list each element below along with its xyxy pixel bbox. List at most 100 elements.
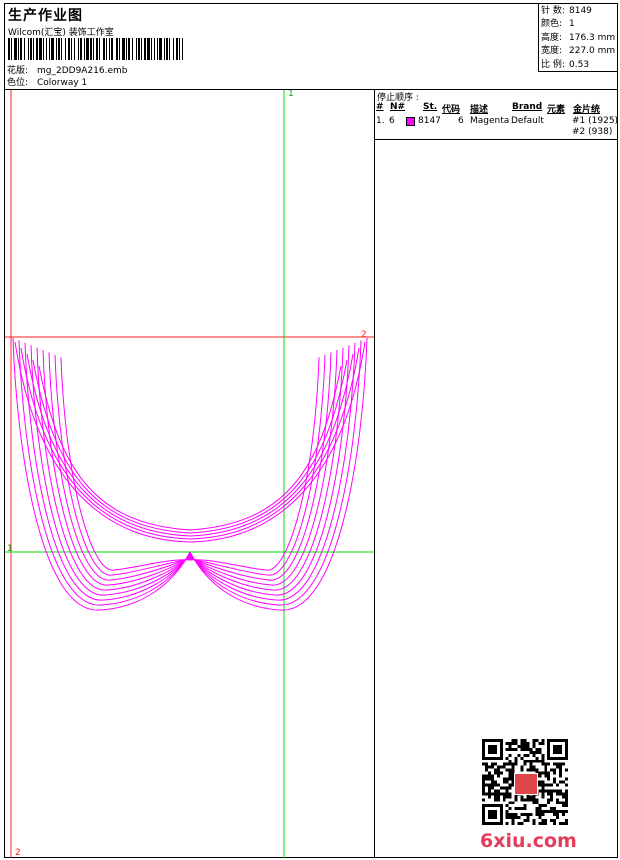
- qr-module: [502, 792, 506, 796]
- qr-module: [499, 819, 503, 823]
- qr-module: [511, 801, 515, 805]
- qr-module: [514, 762, 518, 766]
- qr-module: [562, 795, 566, 799]
- qr-module: [493, 762, 497, 766]
- qr-module: [487, 786, 491, 790]
- qr-module: [541, 762, 545, 766]
- qr-module: [526, 741, 530, 745]
- qr-module: [487, 774, 491, 778]
- qr-module: [482, 762, 485, 766]
- stitch-path: [189, 337, 368, 611]
- thread-color-swatch: [406, 117, 415, 126]
- qr-module: [529, 750, 533, 754]
- qr-module: [499, 747, 503, 751]
- qr-module: [514, 813, 518, 817]
- qr-module: [541, 813, 545, 817]
- qr-module: [538, 813, 542, 817]
- qr-module: [532, 750, 536, 754]
- qr-module: [482, 798, 485, 802]
- qr-module: [482, 804, 485, 808]
- qr-module: [547, 744, 551, 748]
- qr-module: [484, 768, 488, 772]
- qr-module: [523, 741, 527, 745]
- stat-width: 宽度: 227.0 mm: [541, 46, 616, 57]
- stitch-path: [189, 357, 320, 571]
- qr-module: [541, 783, 545, 787]
- qr-module: [508, 771, 512, 775]
- marker-left-horizontal: 1: [7, 544, 13, 554]
- qr-module: [505, 756, 509, 760]
- qr-module: [553, 789, 557, 793]
- row-code: 6: [458, 116, 464, 126]
- qr-module: [508, 795, 512, 799]
- qr-module: [547, 774, 551, 778]
- qr-module: [493, 813, 497, 817]
- qr-module: [496, 768, 500, 772]
- stat-scale: 比 例: 0.53: [541, 59, 590, 70]
- qr-module: [493, 789, 497, 793]
- qr-module: [517, 816, 521, 820]
- qr-module: [482, 816, 485, 820]
- qr-module: [538, 822, 542, 825]
- qr-module: [556, 750, 560, 754]
- stitch-path: [54, 354, 191, 576]
- design-stats: 针 数: 8149 颜色: 1 高度: 176.3 mm 宽度: 227.0 mm 比 …: [538, 4, 617, 72]
- qr-module: [499, 786, 503, 790]
- qr-module: [508, 768, 512, 772]
- qr-module: [499, 765, 503, 769]
- qr-module: [565, 756, 568, 760]
- qr-module: [499, 744, 503, 748]
- qr-module: [541, 771, 545, 775]
- qr-module: [550, 819, 554, 823]
- qr-module: [490, 786, 494, 790]
- qr-module: [487, 813, 491, 817]
- qr-module: [482, 753, 485, 757]
- qr-module: [511, 822, 515, 825]
- qr-module: [538, 783, 542, 787]
- qr-module: [544, 783, 548, 787]
- qr-module: [532, 768, 536, 772]
- qr-module: [541, 804, 545, 808]
- qr-module: [526, 747, 530, 751]
- qr-module: [484, 756, 488, 760]
- qr-module: [526, 798, 530, 802]
- qr-module: [505, 822, 509, 825]
- qr-module: [482, 750, 485, 754]
- qr-module: [505, 762, 509, 766]
- stitch-path: [189, 354, 326, 576]
- qr-module: [482, 789, 485, 793]
- qr-module: [553, 771, 557, 775]
- qr-module: [493, 810, 497, 814]
- qr-module: [565, 804, 568, 808]
- qr-module: [535, 810, 539, 814]
- qr-module: [559, 771, 563, 775]
- qr-module: [541, 795, 545, 799]
- qr-module: [547, 777, 551, 781]
- qr-module: [562, 813, 566, 817]
- qr-module: [496, 739, 500, 742]
- qr-module: [556, 801, 560, 805]
- qr-module: [502, 765, 506, 769]
- qr-module: [562, 756, 566, 760]
- qr-module: [520, 739, 524, 742]
- row-brand: Default: [511, 116, 544, 126]
- qr-module: [565, 819, 568, 823]
- qr-module: [499, 807, 503, 811]
- qr-module: [511, 765, 515, 769]
- qr-module: [553, 777, 557, 781]
- qr-module: [496, 804, 500, 808]
- qr-module: [520, 807, 524, 811]
- qr-module: [526, 753, 530, 757]
- qr-module: [565, 801, 568, 805]
- qr-module: [484, 822, 488, 825]
- qr-module: [490, 750, 494, 754]
- qr-module: [553, 744, 557, 748]
- qr-module: [538, 747, 542, 751]
- qr-module: [493, 795, 497, 799]
- qr-module: [553, 756, 557, 760]
- qr-module: [544, 789, 548, 793]
- qr-module: [547, 792, 551, 796]
- qr-module: [482, 807, 485, 811]
- qr-module: [508, 774, 512, 778]
- qr-module: [511, 747, 515, 751]
